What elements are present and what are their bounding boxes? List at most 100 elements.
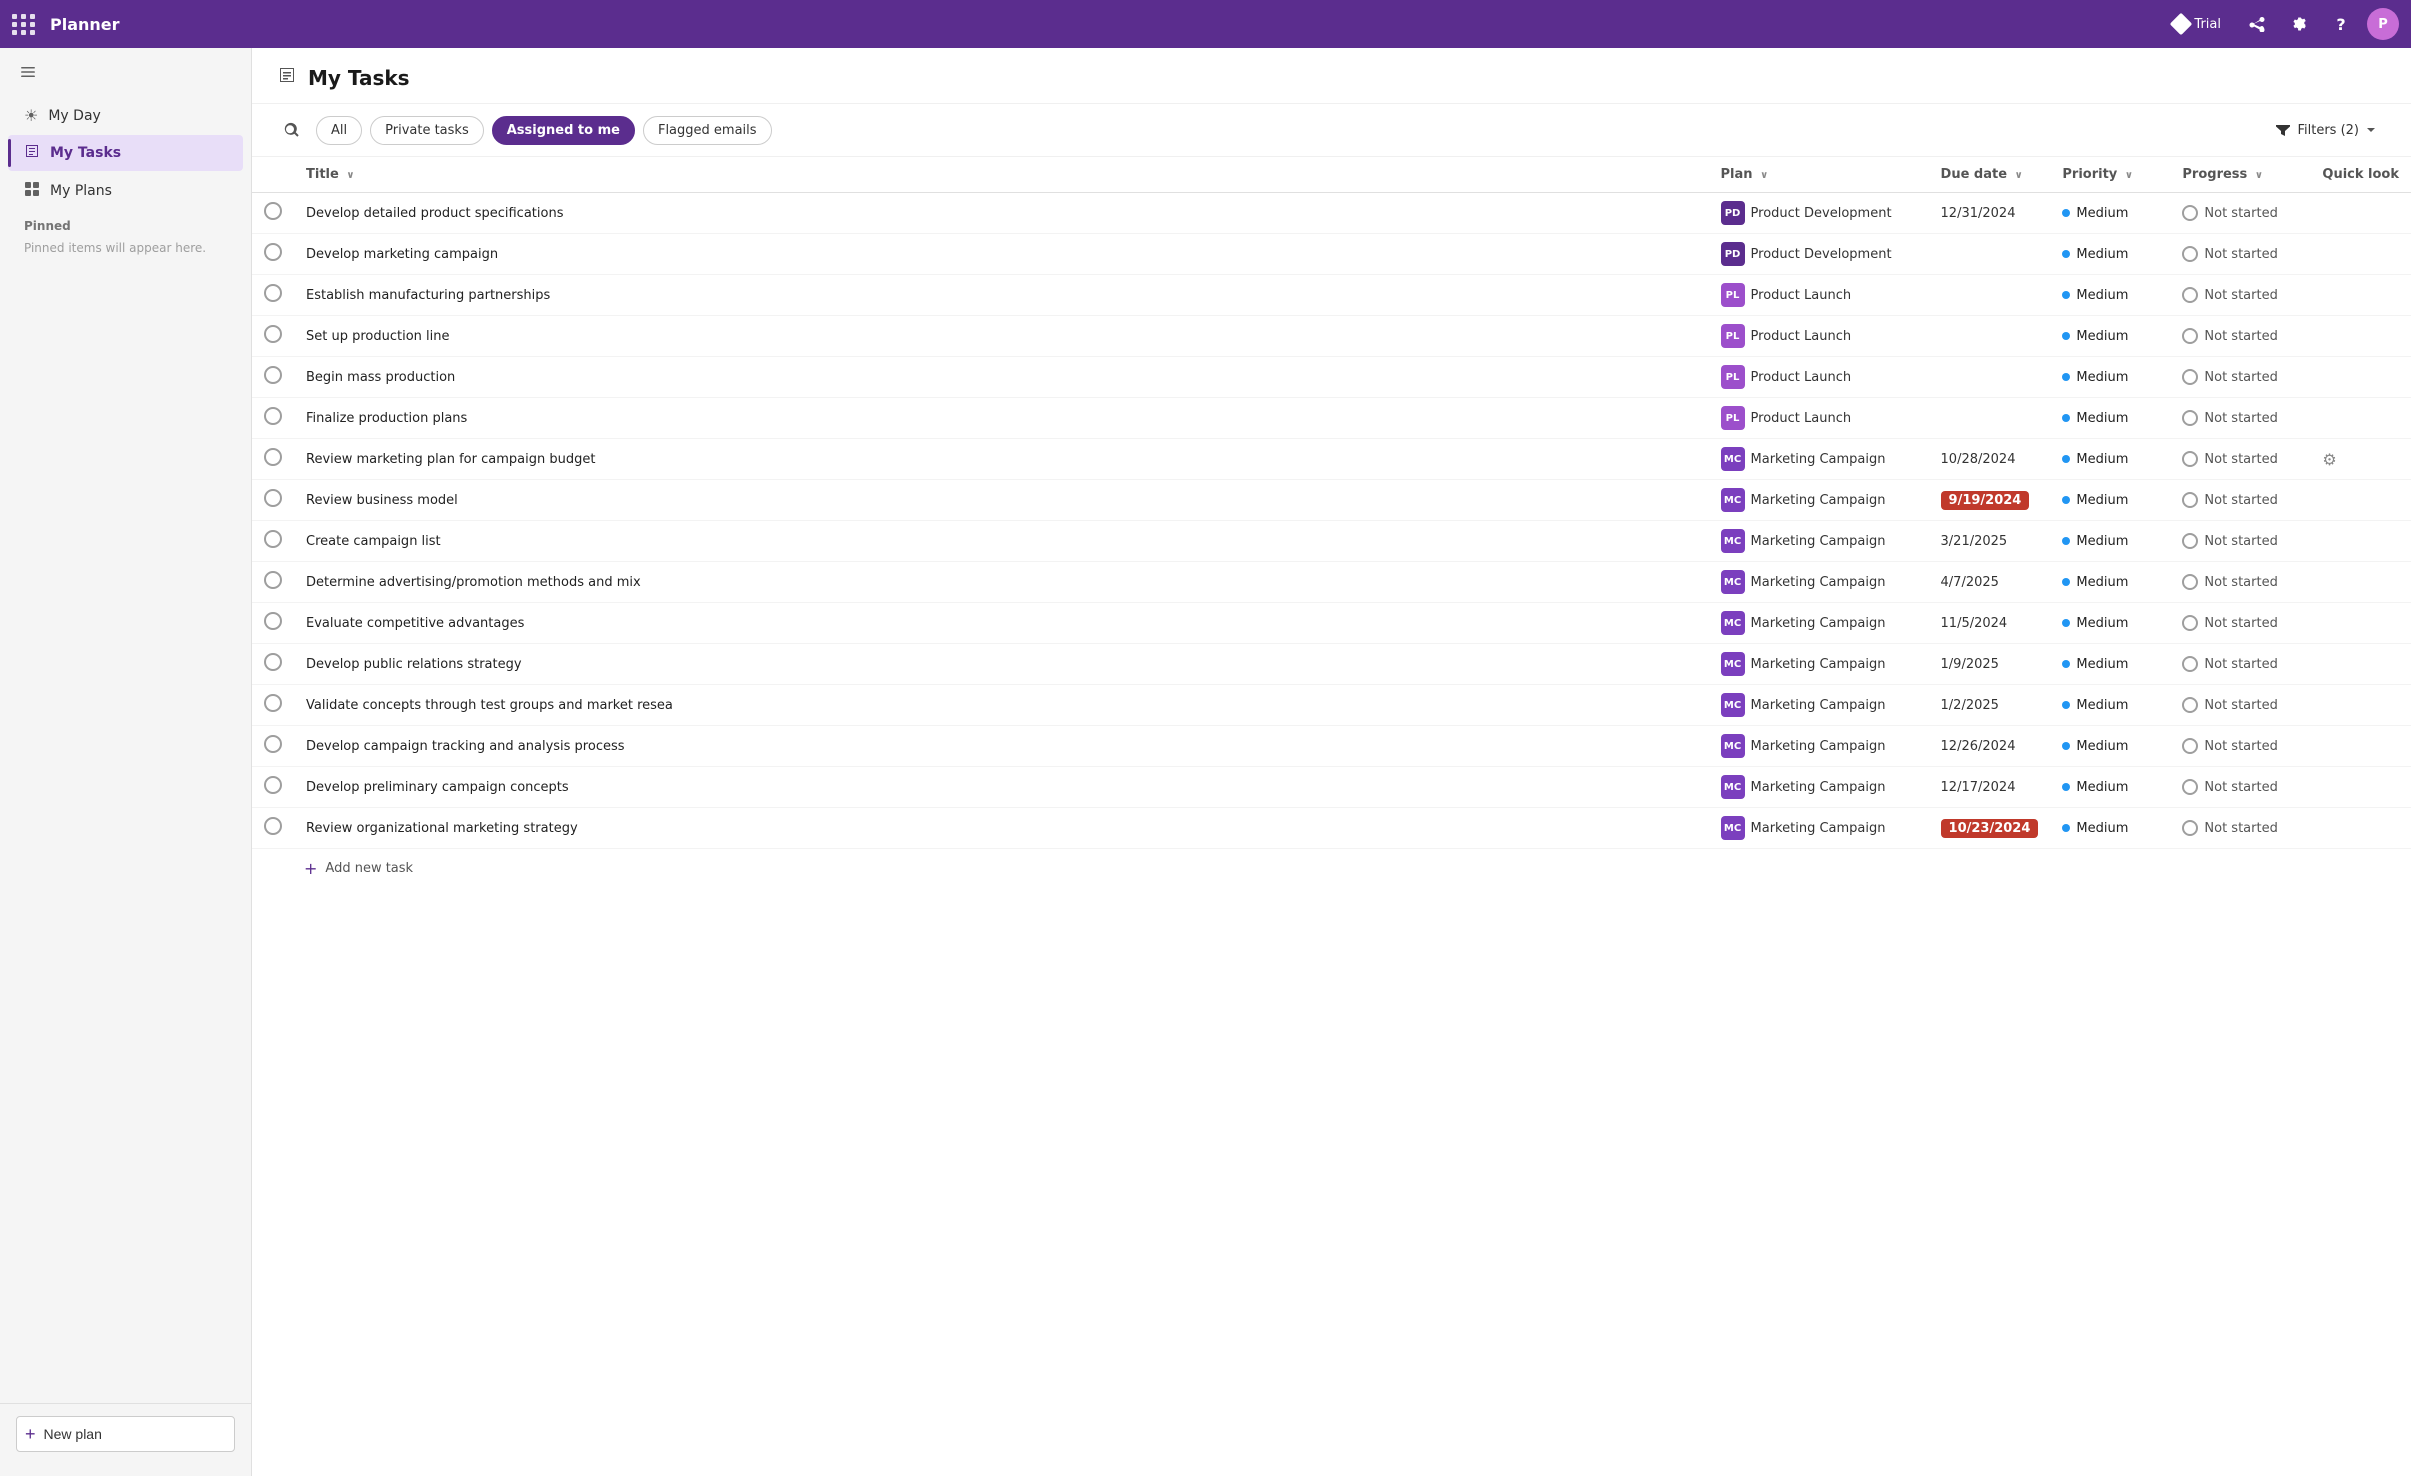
plan-icon: MC — [1721, 570, 1745, 594]
tab-assigned-to-me[interactable]: Assigned to me — [492, 116, 635, 145]
task-checkbox[interactable] — [264, 653, 282, 671]
plan-badge[interactable]: MCMarketing Campaign — [1721, 488, 1886, 512]
plan-badge[interactable]: MCMarketing Campaign — [1721, 611, 1886, 635]
task-title[interactable]: Develop marketing campaign — [306, 247, 498, 262]
app-grid-icon[interactable] — [12, 14, 36, 35]
task-info-button[interactable] — [575, 201, 599, 225]
plan-badge[interactable]: MCMarketing Campaign — [1721, 693, 1886, 717]
task-checkbox[interactable] — [264, 571, 282, 589]
task-title[interactable]: Create campaign list — [306, 534, 441, 549]
task-more-button[interactable]: ⋯ — [479, 406, 503, 430]
task-checkbox[interactable] — [264, 489, 282, 507]
plan-badge[interactable]: MCMarketing Campaign — [1721, 447, 1886, 471]
plan-badge[interactable]: PDProduct Development — [1721, 201, 1892, 225]
task-title[interactable]: Begin mass production — [306, 370, 455, 385]
sidebar-item-my-tasks[interactable]: My Tasks — [8, 135, 243, 171]
task-more-button[interactable]: ⋯ — [510, 242, 534, 266]
plan-name: Marketing Campaign — [1751, 821, 1886, 836]
col-header-progress[interactable]: Progress ∨ — [2170, 157, 2310, 193]
task-more-button[interactable]: ⋯ — [453, 529, 477, 553]
task-more-button[interactable]: ⋯ — [637, 734, 661, 758]
progress-cell: Not started — [2182, 205, 2298, 221]
plan-badge[interactable]: PLProduct Launch — [1721, 283, 1852, 307]
task-title[interactable]: Review organizational marketing strategy — [306, 821, 578, 836]
sidebar-item-my-day[interactable]: ☀ My Day — [8, 98, 243, 133]
settings-icon[interactable] — [2283, 8, 2315, 40]
plan-badge[interactable]: MCMarketing Campaign — [1721, 775, 1886, 799]
task-title[interactable]: Set up production line — [306, 329, 450, 344]
task-checkbox[interactable] — [264, 243, 282, 261]
plan-badge[interactable]: MCMarketing Campaign — [1721, 570, 1886, 594]
tab-flagged-emails[interactable]: Flagged emails — [643, 116, 772, 145]
task-more-button[interactable]: ⋯ — [653, 570, 677, 594]
task-title[interactable]: Develop preliminary campaign concepts — [306, 780, 569, 795]
search-button[interactable] — [276, 114, 308, 146]
task-more-button[interactable]: ⋯ — [607, 447, 631, 471]
task-checkbox[interactable] — [264, 735, 282, 753]
sidebar-item-my-plans[interactable]: My Plans — [8, 173, 243, 209]
task-checkbox[interactable] — [264, 694, 282, 712]
plan-name: Product Launch — [1751, 329, 1852, 344]
col-header-due-date[interactable]: Due date ∨ — [1929, 157, 2051, 193]
task-title[interactable]: Finalize production plans — [306, 411, 467, 426]
plan-badge[interactable]: MCMarketing Campaign — [1721, 652, 1886, 676]
task-title[interactable]: Determine advertising/promotion methods … — [306, 575, 641, 590]
task-title[interactable]: Validate concepts through test groups an… — [306, 698, 673, 713]
task-more-button[interactable]: ⋯ — [562, 283, 586, 307]
task-checkbox[interactable] — [264, 407, 282, 425]
task-title[interactable]: Establish manufacturing partnerships — [306, 288, 550, 303]
task-checkbox[interactable] — [264, 366, 282, 384]
priority-cell: Medium — [2062, 534, 2158, 549]
plan-icon: PL — [1721, 406, 1745, 430]
new-plan-button[interactable]: + New plan — [16, 1416, 235, 1452]
plan-badge[interactable]: PLProduct Launch — [1721, 406, 1852, 430]
task-checkbox[interactable] — [264, 448, 282, 466]
priority-label: Medium — [2076, 739, 2128, 754]
tab-all[interactable]: All — [316, 116, 362, 145]
plan-badge[interactable]: MCMarketing Campaign — [1721, 734, 1886, 758]
task-checkbox[interactable] — [264, 612, 282, 630]
task-more-button[interactable]: ⋯ — [603, 201, 627, 225]
task-title[interactable]: Develop campaign tracking and analysis p… — [306, 739, 625, 754]
task-checkbox[interactable] — [264, 325, 282, 343]
task-title[interactable]: Review business model — [306, 493, 458, 508]
plan-badge[interactable]: PLProduct Launch — [1721, 365, 1852, 389]
task-title[interactable]: Develop detailed product specifications — [306, 206, 563, 221]
col-header-title[interactable]: Title ∨ — [294, 157, 1709, 193]
task-more-button[interactable]: ⋯ — [462, 324, 486, 348]
plan-badge[interactable]: MCMarketing Campaign — [1721, 529, 1886, 553]
plan-badge[interactable]: MCMarketing Campaign — [1721, 816, 1886, 840]
progress-cell: Not started — [2182, 492, 2298, 508]
task-more-button[interactable]: ⋯ — [590, 816, 614, 840]
quick-look-button[interactable]: ⚙ — [2322, 450, 2336, 469]
priority-cell: Medium — [2062, 575, 2158, 590]
task-more-button[interactable]: ⋯ — [534, 652, 558, 676]
task-more-button[interactable]: ⋯ — [467, 365, 491, 389]
col-header-plan[interactable]: Plan ∨ — [1709, 157, 1929, 193]
task-title[interactable]: Evaluate competitive advantages — [306, 616, 524, 631]
task-checkbox[interactable] — [264, 817, 282, 835]
tab-private-tasks[interactable]: Private tasks — [370, 116, 484, 145]
col-header-priority[interactable]: Priority ∨ — [2050, 157, 2170, 193]
filter-button[interactable]: Filters (2) — [2265, 116, 2387, 144]
plan-badge[interactable]: PDProduct Development — [1721, 242, 1892, 266]
help-icon[interactable]: ? — [2325, 8, 2357, 40]
task-more-button[interactable]: ⋯ — [536, 611, 560, 635]
task-more-button[interactable]: ⋯ — [581, 775, 605, 799]
task-checkbox[interactable] — [264, 776, 282, 794]
progress-sort-arrow: ∨ — [2255, 170, 2263, 181]
task-title[interactable]: Review marketing plan for campaign budge… — [306, 452, 595, 467]
task-checkbox[interactable] — [264, 202, 282, 220]
task-title[interactable]: Develop public relations strategy — [306, 657, 522, 672]
task-more-button[interactable]: ⋯ — [470, 488, 494, 512]
sidebar-collapse-button[interactable] — [12, 56, 44, 88]
task-checkbox[interactable] — [264, 530, 282, 548]
share-icon[interactable] — [2241, 8, 2273, 40]
trial-button[interactable]: Trial — [2163, 12, 2231, 36]
add-task-row[interactable]: + Add new task — [252, 849, 2411, 888]
progress-circle-icon — [2182, 656, 2198, 672]
plan-badge[interactable]: PLProduct Launch — [1721, 324, 1852, 348]
avatar[interactable]: P — [2367, 8, 2399, 40]
task-checkbox[interactable] — [264, 284, 282, 302]
task-more-button[interactable]: ⋯ — [685, 693, 709, 717]
